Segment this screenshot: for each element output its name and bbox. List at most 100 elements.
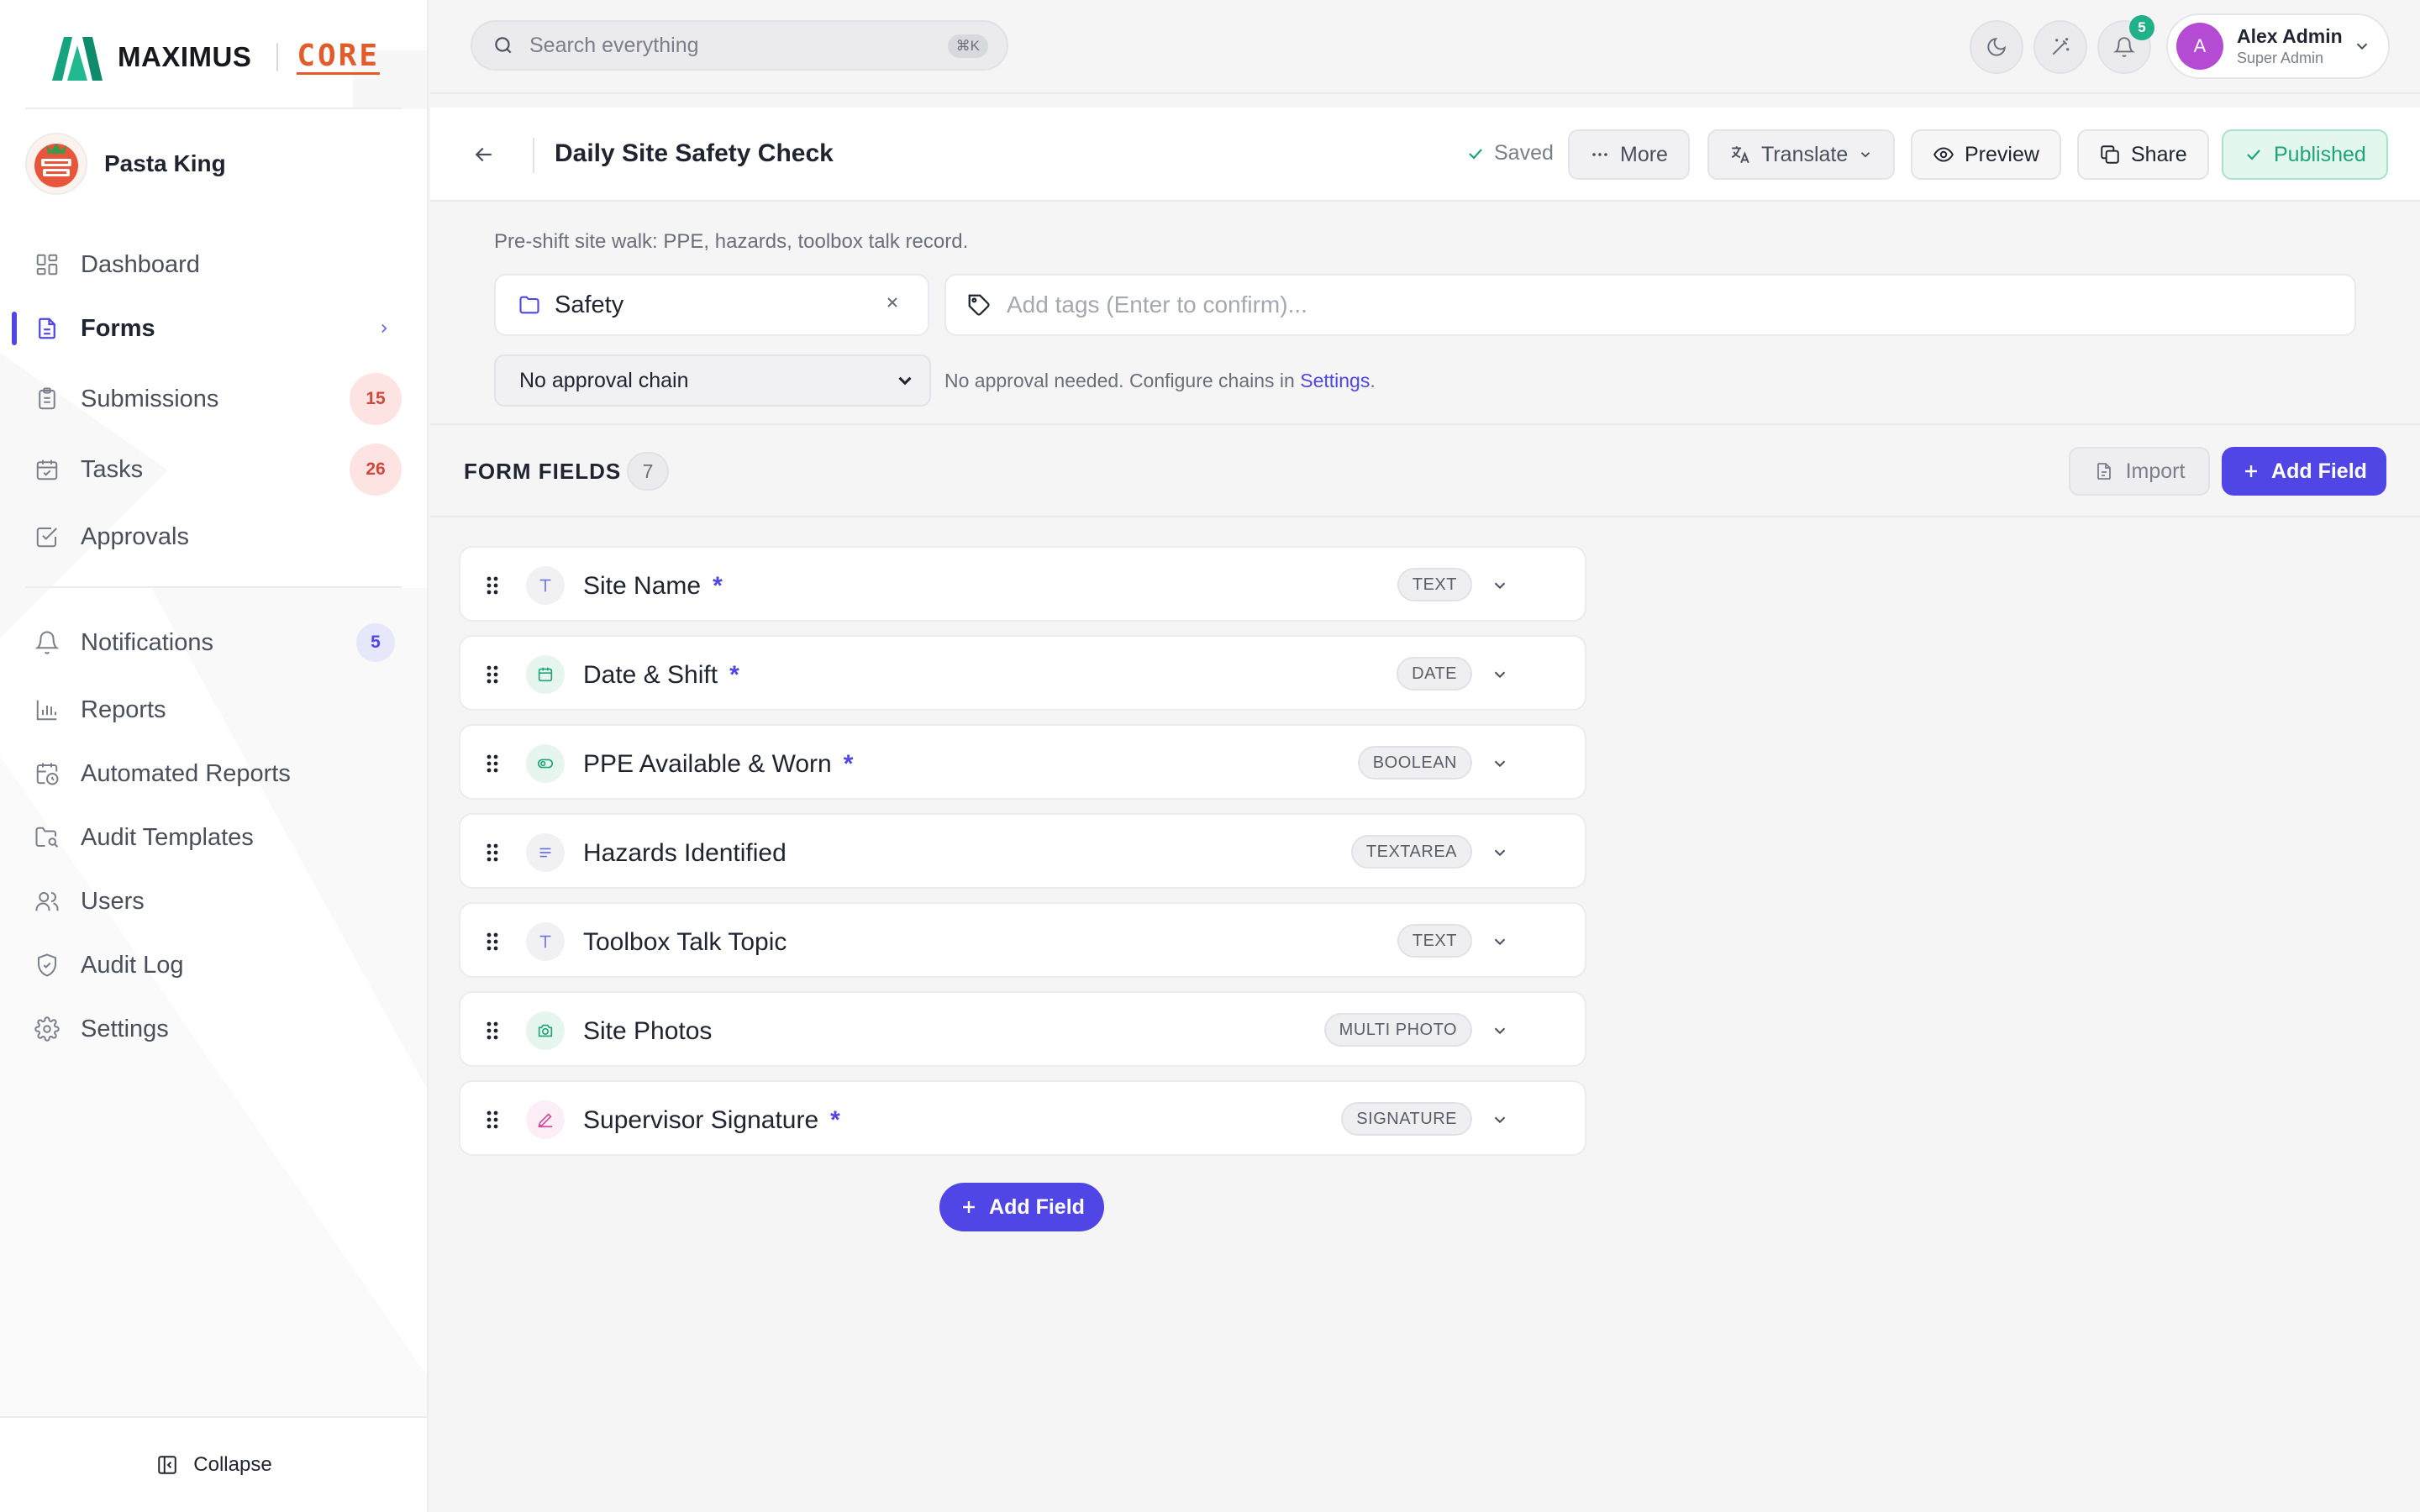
expand-field-chevron-icon[interactable] bbox=[1491, 1110, 1509, 1133]
sidebar-item-users[interactable]: Users bbox=[0, 872, 427, 931]
drag-handle-icon[interactable] bbox=[486, 664, 499, 685]
sidebar-footer: Collapse bbox=[0, 1416, 427, 1512]
settings-link[interactable]: Settings bbox=[1300, 370, 1370, 391]
chevron-down-icon bbox=[2353, 37, 2371, 60]
ai-assist-button[interactable] bbox=[2033, 20, 2087, 74]
sidebar-item-reports[interactable]: Reports bbox=[0, 680, 427, 739]
field-label-text: Supervisor Signature bbox=[583, 1106, 819, 1134]
drag-handle-icon[interactable] bbox=[486, 575, 499, 596]
sidebar-item-tasks[interactable]: Tasks 26 bbox=[0, 440, 427, 499]
more-button[interactable]: More bbox=[1568, 129, 1690, 180]
sidebar-item-forms[interactable]: Forms bbox=[0, 299, 427, 358]
field-label: PPE Available & Worn * bbox=[583, 750, 853, 779]
paragraph-icon bbox=[526, 833, 565, 872]
global-search[interactable]: ⌘K bbox=[471, 20, 1008, 71]
collapse-sidebar-button[interactable]: Collapse bbox=[156, 1453, 272, 1477]
field-row[interactable]: PPE Available & Worn * BOOLEAN bbox=[459, 724, 1586, 800]
sidebar-item-audit-log[interactable]: Audit Log bbox=[0, 936, 427, 995]
nav-divider bbox=[25, 586, 402, 588]
active-indicator bbox=[12, 312, 17, 345]
calendar-icon bbox=[526, 655, 565, 694]
sidebar-item-audit-templates[interactable]: Audit Templates bbox=[0, 808, 427, 867]
expand-field-chevron-icon[interactable] bbox=[1491, 665, 1509, 688]
brand-logo[interactable]: MAXIMUS CORE bbox=[52, 32, 381, 82]
field-row[interactable]: Hazards Identified TEXTAREA bbox=[459, 813, 1586, 889]
brand-name: MAXIMUS bbox=[118, 41, 252, 72]
import-button[interactable]: Import bbox=[2069, 447, 2210, 496]
sidebar-item-notifications[interactable]: Notifications 5 bbox=[0, 613, 427, 672]
required-marker: * bbox=[729, 661, 739, 689]
field-row[interactable]: Date & Shift * DATE bbox=[459, 635, 1586, 711]
clear-category-button[interactable] bbox=[882, 292, 902, 317]
sidebar-item-settings[interactable]: Settings bbox=[0, 1000, 427, 1058]
field-row[interactable]: Site Photos MULTI PHOTO bbox=[459, 991, 1586, 1067]
field-label-text: Site Name bbox=[583, 572, 702, 600]
tags-input[interactable] bbox=[1007, 291, 2267, 318]
dashboard-grid-icon bbox=[34, 251, 60, 278]
expand-field-chevron-icon[interactable] bbox=[1491, 843, 1509, 866]
field-label-text: Site Photos bbox=[583, 1017, 713, 1045]
moon-icon bbox=[1987, 38, 2006, 56]
back-button[interactable] bbox=[467, 138, 501, 171]
form-header: Daily Site Safety Check Saved More Trans… bbox=[430, 108, 2420, 202]
calendar-check-icon bbox=[34, 456, 60, 483]
drag-handle-icon[interactable] bbox=[486, 843, 499, 863]
add-field-label: Add Field bbox=[2271, 459, 2367, 483]
dark-mode-toggle[interactable] bbox=[1970, 20, 2023, 74]
field-row[interactable]: Supervisor Signature * SIGNATURE bbox=[459, 1080, 1586, 1156]
chevron-down-icon bbox=[1861, 152, 1870, 158]
add-field-button[interactable]: Add Field bbox=[2222, 447, 2386, 496]
sidebar-item-label: Users bbox=[81, 887, 145, 915]
ellipsis-icon bbox=[1592, 153, 1607, 156]
shield-check-icon bbox=[34, 952, 60, 979]
sidebar-item-label: Submissions bbox=[81, 385, 219, 412]
field-type-badge: TEXTAREA bbox=[1350, 835, 1472, 869]
drag-handle-icon[interactable] bbox=[486, 753, 499, 774]
translate-icon bbox=[1731, 146, 1749, 164]
drag-handle-icon[interactable] bbox=[486, 1110, 499, 1130]
drag-handle-icon[interactable] bbox=[486, 932, 499, 952]
org-switcher[interactable]: Pasta King bbox=[25, 133, 226, 195]
sidebar-item-label: Audit Log bbox=[81, 951, 184, 979]
field-row[interactable]: Site Name * TEXT bbox=[459, 546, 1586, 622]
tags-field[interactable] bbox=[944, 274, 2356, 336]
drag-handle-icon[interactable] bbox=[486, 1021, 499, 1041]
expand-field-chevron-icon[interactable] bbox=[1491, 1021, 1509, 1044]
expand-field-chevron-icon[interactable] bbox=[1491, 754, 1509, 777]
org-avatar bbox=[25, 133, 87, 195]
sidebar-item-submissions[interactable]: Submissions 15 bbox=[0, 370, 427, 428]
form-description[interactable]: Pre-shift site walk: PPE, hazards, toolb… bbox=[494, 230, 968, 254]
calendar-clock-icon bbox=[34, 760, 60, 787]
translate-button[interactable]: Translate bbox=[1707, 129, 1896, 180]
notifications-count-badge: 5 bbox=[2129, 15, 2154, 40]
field-type-badge: TEXT bbox=[1397, 924, 1472, 958]
expand-field-chevron-icon[interactable] bbox=[1491, 576, 1509, 599]
category-value: Safety bbox=[555, 291, 624, 318]
search-icon bbox=[495, 37, 512, 54]
notifications-button[interactable]: 5 bbox=[2097, 15, 2154, 74]
sidebar-item-label: Forms bbox=[81, 314, 155, 342]
approval-chain-select[interactable]: No approval chain bbox=[494, 354, 931, 407]
field-label: Site Photos bbox=[583, 1017, 712, 1046]
page-title[interactable]: Daily Site Safety Check bbox=[555, 139, 834, 168]
category-select[interactable]: Safety bbox=[494, 274, 929, 336]
sidebar-item-automated-reports[interactable]: Automated Reports bbox=[0, 744, 427, 803]
approval-note: No approval needed. Configure chains in … bbox=[944, 370, 1376, 392]
publish-status-button[interactable]: Published bbox=[2222, 129, 2388, 180]
bell-icon bbox=[2113, 37, 2135, 57]
arrow-left-icon bbox=[475, 147, 492, 162]
sidebar-item-dashboard[interactable]: Dashboard bbox=[0, 235, 427, 294]
share-button[interactable]: Share bbox=[2077, 129, 2209, 180]
search-input[interactable] bbox=[529, 33, 924, 58]
field-count-badge: 7 bbox=[627, 452, 669, 491]
preview-button[interactable]: Preview bbox=[1911, 129, 2061, 180]
add-field-bottom-button[interactable]: Add Field bbox=[939, 1183, 1104, 1231]
user-menu[interactable]: A Alex Admin Super Admin bbox=[2166, 13, 2390, 79]
expand-field-chevron-icon[interactable] bbox=[1491, 932, 1509, 955]
field-row[interactable]: Toolbox Talk Topic TEXT bbox=[459, 902, 1586, 978]
field-label: Toolbox Talk Topic bbox=[583, 928, 786, 957]
document-icon bbox=[34, 315, 60, 342]
sidebar-item-approvals[interactable]: Approvals bbox=[0, 507, 427, 566]
magic-wand-icon bbox=[2052, 38, 2070, 55]
text-type-icon bbox=[526, 922, 565, 961]
